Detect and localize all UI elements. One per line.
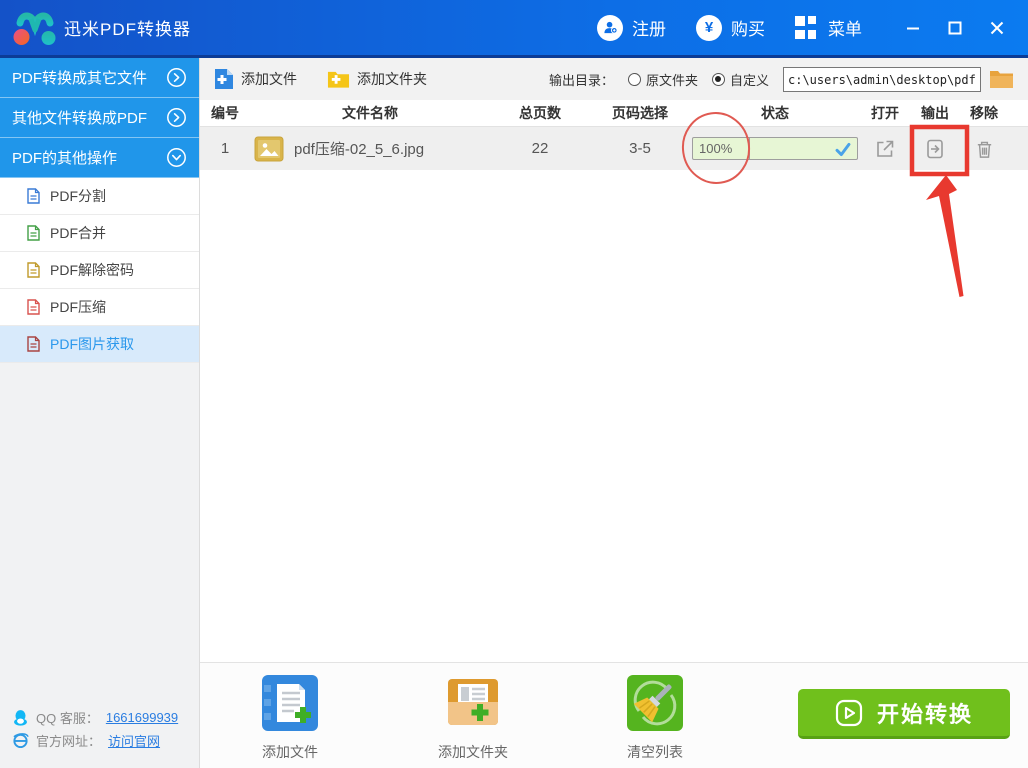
pdf-doc-icon bbox=[26, 225, 41, 241]
col-page-selection: 页码选择 bbox=[612, 105, 668, 121]
footer-panel: 添加文件 添加文件夹 清空列表 开始转换 bbox=[200, 662, 1028, 768]
add-file-button[interactable]: 添加文件 bbox=[214, 68, 297, 90]
table-row[interactable]: 1 pdf压缩-02_5_6.jpg 22 3-5 100% bbox=[200, 127, 1028, 170]
output-path-input[interactable] bbox=[783, 66, 981, 92]
filename-text: pdf压缩-02_5_6.jpg bbox=[294, 141, 425, 158]
menu-label: 菜单 bbox=[828, 20, 862, 39]
remove-file-button[interactable] bbox=[960, 138, 1008, 160]
site-label: 官方网址： bbox=[36, 734, 102, 749]
col-output: 输出 bbox=[921, 105, 949, 121]
sidebar-item-pdf-remove-password[interactable]: PDF解除密码 bbox=[0, 252, 199, 289]
add-file-big-icon bbox=[262, 675, 318, 731]
col-remove: 移除 bbox=[970, 105, 998, 121]
add-folder-button[interactable]: 添加文件夹 bbox=[327, 69, 427, 89]
output-file-button[interactable] bbox=[910, 138, 960, 160]
app-title: 迅米PDF转换器 bbox=[64, 20, 191, 39]
buy-button[interactable]: ¥ 购买 bbox=[696, 14, 765, 41]
menu-button[interactable]: 菜单 bbox=[795, 15, 862, 40]
progress-bar: 100% bbox=[692, 137, 858, 160]
footer-add-folder-button[interactable]: 添加文件夹 bbox=[427, 675, 519, 762]
page-selection-value: 3-5 bbox=[629, 140, 651, 157]
file-table-header: 编号 文件名称 总页数 页码选择 状态 打开 输出 移除 bbox=[200, 100, 1028, 127]
sidebar-group-pdf-to-other[interactable]: PDF转换成其它文件 bbox=[0, 58, 199, 98]
radio-original-folder[interactable] bbox=[627, 72, 641, 86]
col-status: 状态 bbox=[761, 105, 789, 121]
row-index: 1 bbox=[220, 140, 230, 157]
total-pages-value: 22 bbox=[531, 140, 549, 157]
col-index: 编号 bbox=[211, 105, 239, 121]
pdf-doc-icon bbox=[26, 262, 41, 278]
done-check-icon bbox=[835, 142, 851, 157]
radio-custom-label[interactable]: 自定义 bbox=[730, 70, 769, 89]
open-file-button[interactable] bbox=[860, 138, 910, 160]
pdf-doc-icon bbox=[26, 188, 41, 204]
play-icon bbox=[835, 699, 863, 726]
register-user-icon bbox=[597, 14, 623, 41]
sidebar-item-pdf-split[interactable]: PDF分割 bbox=[0, 178, 199, 215]
chevron-right-circle-icon bbox=[167, 108, 186, 127]
add-file-icon bbox=[215, 69, 233, 89]
col-filename: 文件名称 bbox=[342, 105, 398, 121]
app-window: 迅米PDF转换器 注册 ¥ 购买 菜单 PDF转换成其它文件 其他文件转换成PD… bbox=[0, 0, 1028, 768]
chevron-right-circle-icon bbox=[167, 68, 186, 87]
add-folder-icon bbox=[327, 71, 350, 88]
start-convert-button[interactable]: 开始转换 bbox=[798, 689, 1010, 739]
buy-label: 购买 bbox=[731, 20, 765, 39]
qq-icon bbox=[14, 710, 27, 726]
contact-block: QQ 客服： 1661699939 官方网址： 访问官网 bbox=[12, 706, 178, 752]
progress-percent: 100% bbox=[699, 141, 733, 156]
trash-icon bbox=[977, 141, 991, 158]
register-button[interactable]: 注册 bbox=[597, 14, 666, 41]
sidebar-sublist: PDF分割 PDF合并 PDF解除密码 PDF压缩 PDF图片获取 bbox=[0, 178, 199, 363]
sidebar-item-pdf-compress[interactable]: PDF压缩 bbox=[0, 289, 199, 326]
sidebar-item-pdf-image-extract[interactable]: PDF图片获取 bbox=[0, 326, 199, 363]
footer-clear-list-button[interactable]: 清空列表 bbox=[609, 675, 701, 762]
pdf-doc-icon bbox=[26, 336, 41, 352]
qq-number-link[interactable]: 1661699939 bbox=[106, 710, 178, 725]
col-open: 打开 bbox=[871, 105, 899, 121]
minimize-button[interactable] bbox=[892, 8, 934, 48]
sidebar-group-pdf-other-ops[interactable]: PDF的其他操作 bbox=[0, 138, 199, 178]
radio-original-label[interactable]: 原文件夹 bbox=[646, 70, 698, 89]
app-logo-icon bbox=[13, 12, 56, 45]
official-site-link[interactable]: 访问官网 bbox=[108, 731, 160, 750]
qq-label: QQ 客服： bbox=[36, 711, 99, 726]
close-button[interactable] bbox=[976, 8, 1018, 48]
sidebar-item-pdf-merge[interactable]: PDF合并 bbox=[0, 215, 199, 252]
output-arrow-icon bbox=[927, 139, 943, 158]
radio-custom[interactable] bbox=[711, 72, 725, 86]
output-dir-label: 输出目录： bbox=[548, 72, 614, 88]
yen-icon: ¥ bbox=[696, 14, 722, 41]
sidebar-group-other-to-pdf[interactable]: 其他文件转换成PDF bbox=[0, 98, 199, 138]
register-label: 注册 bbox=[632, 20, 666, 39]
external-link-icon bbox=[877, 140, 894, 157]
browse-folder-button[interactable] bbox=[989, 69, 1014, 89]
maximize-button[interactable] bbox=[934, 8, 976, 48]
add-folder-big-icon bbox=[448, 679, 498, 725]
titlebar: 迅米PDF转换器 注册 ¥ 购买 菜单 bbox=[0, 0, 1028, 58]
pdf-doc-icon bbox=[26, 299, 41, 315]
toolbar: 添加文件 添加文件夹 输出目录： 原文件夹 自定义 bbox=[200, 58, 1028, 100]
clear-list-big-icon bbox=[627, 675, 683, 731]
folder-icon bbox=[990, 71, 1013, 88]
footer-add-file-button[interactable]: 添加文件 bbox=[244, 675, 336, 762]
chevron-down-circle-icon bbox=[167, 148, 186, 167]
image-file-icon bbox=[254, 136, 284, 161]
ie-icon bbox=[13, 733, 29, 749]
sidebar: PDF转换成其它文件 其他文件转换成PDF PDF的其他操作 PDF分割 PDF… bbox=[0, 58, 200, 768]
menu-grid-icon bbox=[795, 15, 819, 40]
col-total-pages: 总页数 bbox=[519, 105, 561, 121]
annotation-arrow bbox=[926, 175, 964, 297]
